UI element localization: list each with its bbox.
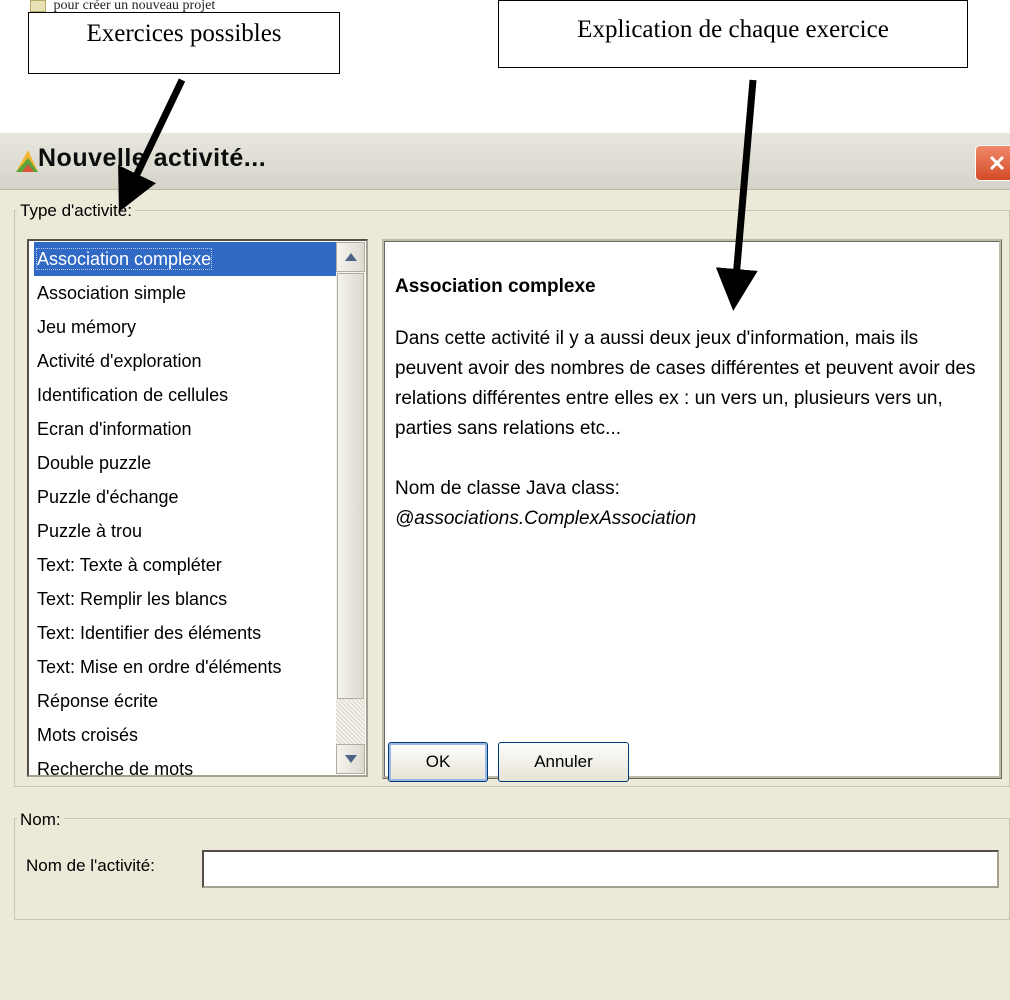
list-item-label: Ecran d'information [37,419,192,439]
list-item-label: Identification de cellules [37,385,229,405]
ok-button[interactable]: OK [388,742,488,782]
list-item-label: Puzzle d'échange [37,487,179,507]
activity-type-list[interactable]: Association complexe Association simple Je… [27,239,368,777]
scroll-track[interactable] [336,699,365,744]
list-item[interactable]: Double puzzle [34,446,336,480]
toolbar-icon [30,0,46,12]
list-item[interactable]: Activité d'exploration [34,344,336,378]
list-item[interactable]: Réponse écrite [34,684,336,718]
activity-type-legend: Type d'activité: [17,201,135,221]
list-item-label: Jeu mémory [37,317,137,337]
list-item-label: Recherche de mots [37,759,194,777]
list-item-label: Text: Identifier des éléments [37,623,262,643]
list-item[interactable]: Text: Remplir les blancs [34,582,336,616]
callout-exercices: Exercices possibles [28,12,340,74]
title-bar[interactable]: Nouvelle activité... [0,133,1010,190]
java-class-label: Nom de classe Java class: [395,478,620,499]
list-item-label: Association simple [37,283,187,303]
list-item[interactable]: Puzzle d'échange [34,480,336,514]
list-scrollbar[interactable] [336,242,365,774]
close-icon [989,155,1005,171]
cancel-button[interactable]: Annuler [498,742,629,782]
list-item-label: Text: Remplir les blancs [37,589,228,609]
list-item-label: Association complexe [35,248,213,270]
activity-name-input[interactable] [202,850,999,888]
list-item-label: Text: Texte à compléter [37,555,222,575]
name-group-legend: Nom: [17,810,64,830]
list-item[interactable]: Puzzle à trou [34,514,336,548]
chevron-down-icon [344,755,357,763]
callout-explication: Explication de chaque exercice [498,0,968,68]
activity-name-label: Nom de l'activité: [26,856,155,875]
list-item[interactable]: Ecran d'information [34,412,336,446]
list-item[interactable]: Association simple [34,276,336,310]
description-title: Association complexe [395,276,596,297]
list-item-label: Puzzle à trou [37,521,143,541]
list-item-label: Double puzzle [37,453,152,473]
list-item[interactable]: Text: Texte à compléter [34,548,336,582]
list-item[interactable]: Text: Identifier des éléments [34,616,336,650]
description-body: Dans cette activité il y a aussi deux je… [395,328,976,439]
activity-description-pane: Association complexe Dans cette activité… [382,239,1002,779]
new-activity-dialog: Nouvelle activité... Type d'activité: As… [0,133,1010,1000]
chevron-up-icon [344,253,357,261]
list-item-label: Mots croisés [37,725,139,745]
list-item-label: Activité d'exploration [37,351,202,371]
list-item[interactable]: Identification de cellules [34,378,336,412]
list-item[interactable]: Jeu mémory [34,310,336,344]
list-item[interactable]: Recherche de mots [34,752,336,777]
java-class-name: @associations.ComplexAssociation [395,508,697,529]
list-item[interactable]: Mots croisés [34,718,336,752]
window-title: Nouvelle activité... [38,144,267,172]
list-item[interactable]: Association complexe [34,242,336,276]
close-button[interactable] [975,145,1010,181]
scroll-down-button[interactable] [336,744,365,774]
list-item-label: Text: Mise en ordre d'éléments [37,657,282,677]
app-icon [16,150,38,172]
activity-list-items: Association complexe Association simple Je… [34,242,336,777]
scroll-up-button[interactable] [336,242,365,272]
scroll-thumb[interactable] [337,273,364,699]
list-item[interactable]: Text: Mise en ordre d'éléments [34,650,336,684]
list-item-label: Réponse écrite [37,691,159,711]
